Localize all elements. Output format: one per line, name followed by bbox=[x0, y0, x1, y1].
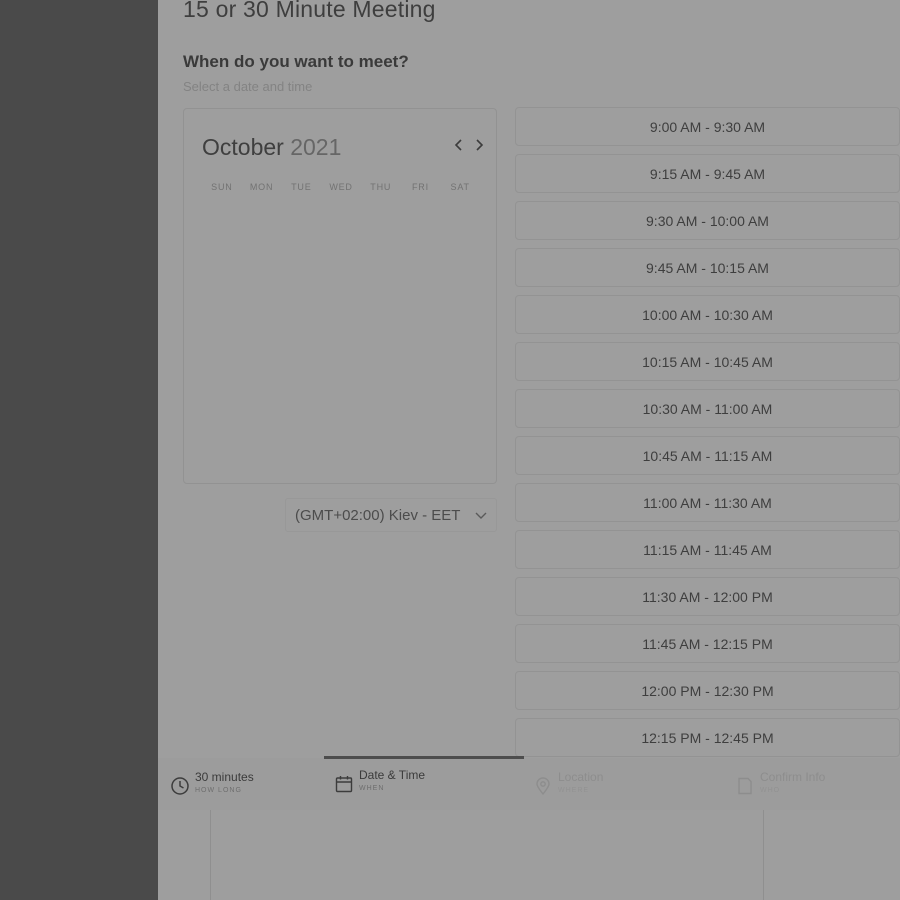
weekday-label: SUN bbox=[211, 182, 233, 192]
time-slot[interactable]: 12:00 PM - 12:30 PM bbox=[515, 671, 900, 710]
step-subtitle: HOW LONG bbox=[195, 787, 242, 794]
weekday-header: SUN MON TUE WED THU FRI SAT bbox=[202, 182, 480, 192]
step-date-time[interactable]: Date & Time WHEN bbox=[334, 768, 425, 794]
weekday-label: THU bbox=[370, 182, 392, 192]
calendar-month: October bbox=[202, 134, 284, 160]
calendar: October 2021 SUN MON TUE WED THU FRI SAT bbox=[183, 108, 497, 484]
time-slot[interactable]: 10:30 AM - 11:00 AM bbox=[515, 389, 900, 428]
calendar-icon bbox=[335, 776, 353, 793]
time-slot[interactable]: 9:30 AM - 10:00 AM bbox=[515, 201, 900, 240]
page-title: 15 or 30 Minute Meeting bbox=[183, 0, 436, 22]
weekday-label: MON bbox=[249, 182, 274, 192]
document-icon bbox=[738, 777, 752, 795]
section-hint: Select a date and time bbox=[183, 79, 313, 94]
timezone-label: (GMT+02:00) Kiev - EET bbox=[295, 506, 461, 524]
step-title: Date & Time bbox=[359, 768, 426, 782]
time-slot[interactable]: 11:45 AM - 12:15 PM bbox=[515, 624, 900, 663]
weekday-label: TUE bbox=[291, 182, 312, 192]
step-location[interactable]: Location WHERE bbox=[533, 770, 603, 796]
step-title: Location bbox=[558, 770, 604, 784]
chevron-left-icon[interactable] bbox=[452, 136, 466, 156]
chevron-down-icon bbox=[475, 512, 487, 519]
step-title: 30 minutes bbox=[195, 770, 254, 784]
divider bbox=[210, 810, 211, 900]
calendar-month-year: October 2021 bbox=[202, 134, 341, 161]
step-duration[interactable]: 30 minutes HOW LONG bbox=[170, 770, 254, 796]
time-slot[interactable]: 10:15 AM - 10:45 AM bbox=[515, 342, 900, 381]
time-slot[interactable]: 10:45 AM - 11:15 AM bbox=[515, 436, 900, 475]
chevron-right-icon[interactable] bbox=[472, 136, 486, 156]
step-progress-indicator bbox=[324, 756, 524, 759]
time-slot[interactable]: 12:15 PM - 12:45 PM bbox=[515, 718, 900, 757]
divider bbox=[763, 810, 764, 900]
section-heading: When do you want to meet? bbox=[183, 52, 409, 71]
time-slot[interactable]: 11:00 AM - 11:30 AM bbox=[515, 483, 900, 522]
left-panel bbox=[0, 0, 158, 900]
step-confirm-info[interactable]: Confirm Info WHO bbox=[735, 770, 825, 796]
time-slot[interactable]: 9:00 AM - 9:30 AM bbox=[515, 107, 900, 146]
time-slot[interactable]: 9:45 AM - 10:15 AM bbox=[515, 248, 900, 287]
weekday-label: FRI bbox=[412, 182, 429, 192]
weekday-label: WED bbox=[329, 182, 353, 192]
weekday-label: SAT bbox=[450, 182, 470, 192]
calendar-year: 2021 bbox=[290, 134, 342, 160]
time-slot[interactable]: 11:30 AM - 12:00 PM bbox=[515, 577, 900, 616]
step-subtitle: WHERE bbox=[558, 787, 590, 794]
timezone-select[interactable]: (GMT+02:00) Kiev - EET bbox=[285, 498, 497, 532]
step-subtitle: WHO bbox=[760, 787, 781, 794]
location-pin-icon bbox=[536, 777, 550, 796]
time-slot[interactable]: 11:15 AM - 11:45 AM bbox=[515, 530, 900, 569]
time-slot[interactable]: 10:00 AM - 10:30 AM bbox=[515, 295, 900, 334]
step-title: Confirm Info bbox=[760, 770, 826, 784]
clock-icon bbox=[171, 777, 189, 795]
time-slot[interactable]: 9:15 AM - 9:45 AM bbox=[515, 154, 900, 193]
step-subtitle: WHEN bbox=[359, 785, 385, 792]
scheduler-panel: 15 or 30 Minute Meeting When do you want… bbox=[158, 0, 900, 900]
